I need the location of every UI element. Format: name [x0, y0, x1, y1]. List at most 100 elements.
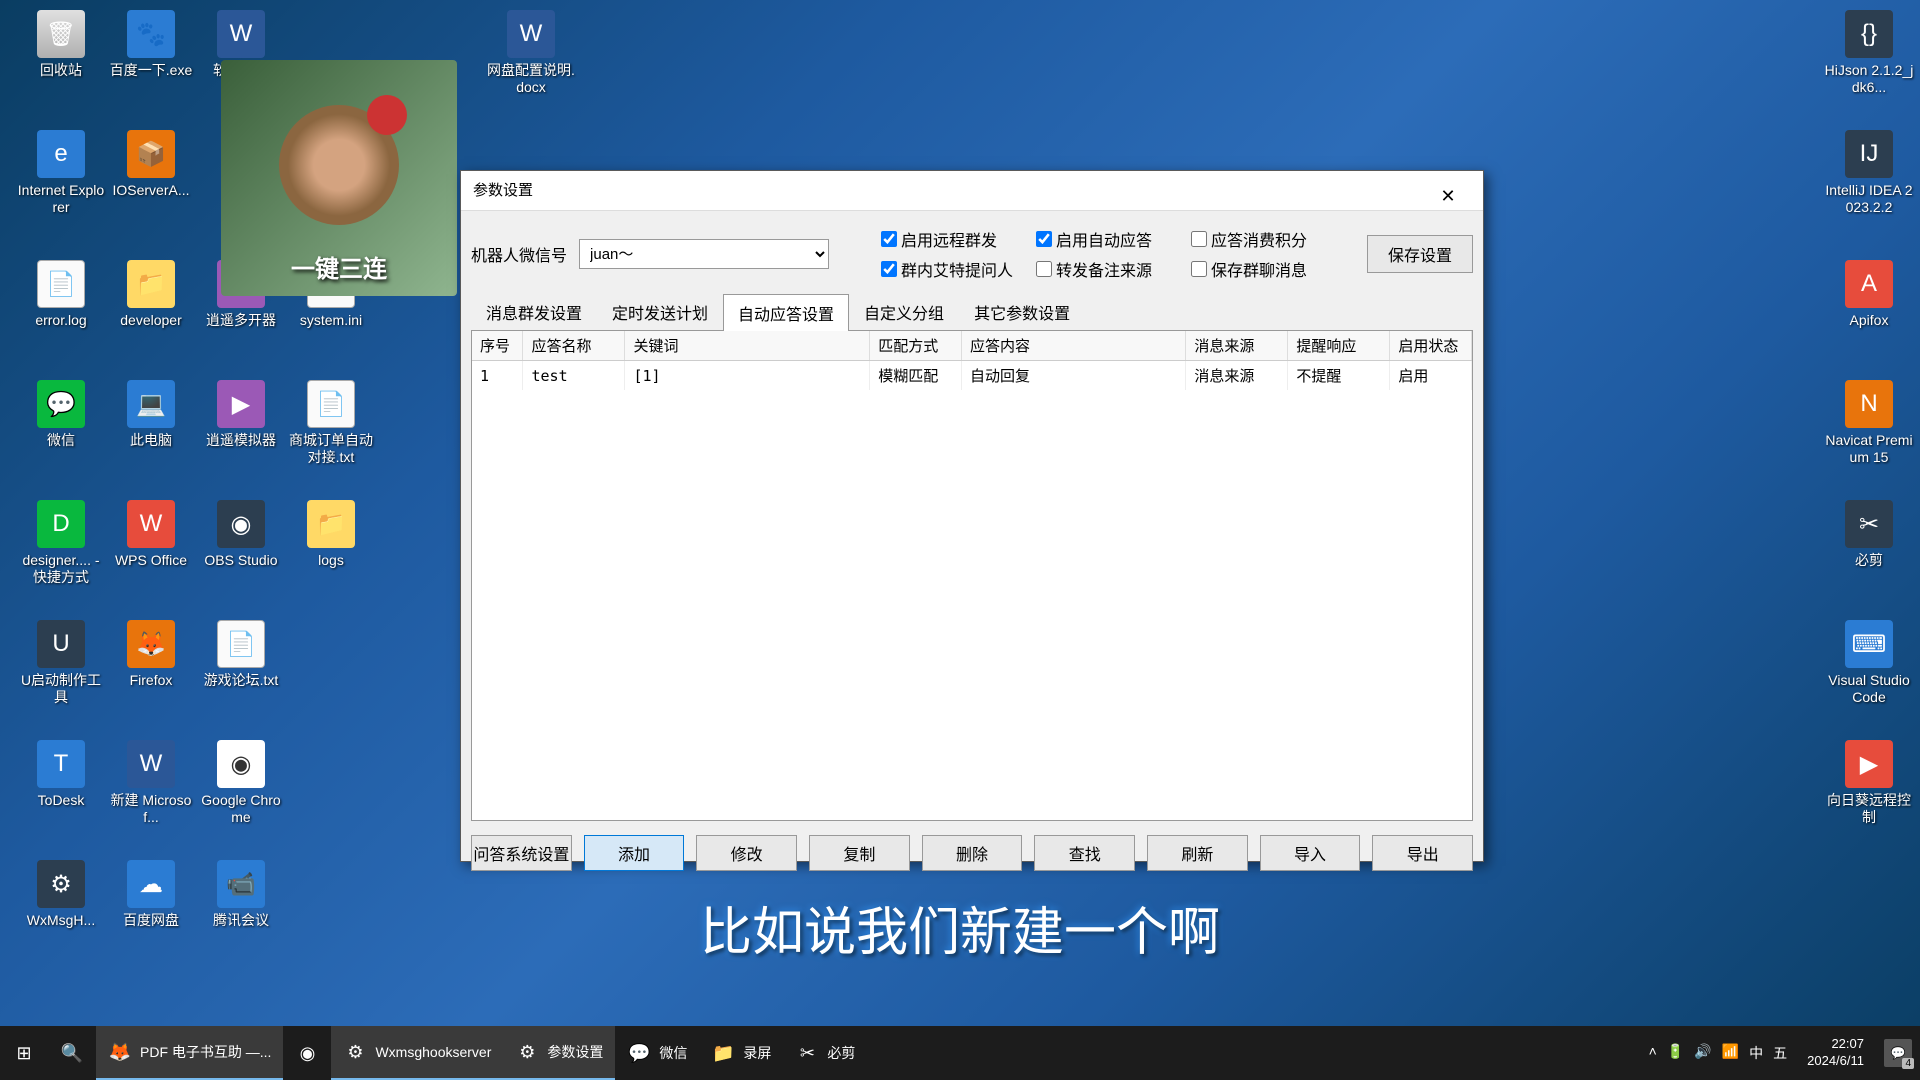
desktop-icon[interactable]: ▶逍遥模拟器 [196, 380, 286, 449]
desktop-icon[interactable]: 📁logs [286, 500, 376, 569]
action-button[interactable]: 修改 [696, 835, 797, 871]
checkbox-option[interactable]: 转发备注来源 [1036, 257, 1181, 281]
checkbox-input[interactable] [881, 261, 897, 277]
taskbar-clock[interactable]: 22:07 2024/6/11 [1799, 1036, 1872, 1070]
taskbar-item[interactable]: 🦊PDF 电子书互助 —... [96, 1026, 283, 1080]
column-header[interactable]: 启用状态 [1390, 331, 1472, 361]
desktop-icon[interactable]: 🗑回收站 [16, 10, 106, 79]
checkbox-input[interactable] [1036, 261, 1052, 277]
taskbar-item[interactable]: ◉ [283, 1026, 331, 1080]
taskbar-item[interactable]: ✂必剪 [783, 1026, 867, 1080]
desktop-icon[interactable]: 📄游戏论坛.txt [196, 620, 286, 689]
checkbox-input[interactable] [1036, 231, 1052, 247]
desktop-icon[interactable]: UU启动制作工具 [16, 620, 106, 706]
desktop-icon[interactable]: ▶向日葵远程控制 [1824, 740, 1914, 826]
column-header[interactable]: 应答内容 [962, 331, 1186, 361]
action-button[interactable]: 刷新 [1147, 835, 1248, 871]
desktop-icon[interactable]: ◉OBS Studio [196, 500, 286, 569]
desktop-icon[interactable]: IJIntelliJ IDEA 2023.2.2 [1824, 130, 1914, 216]
tray-icon[interactable]: 五 [1773, 1043, 1787, 1063]
action-button[interactable]: 导出 [1372, 835, 1473, 871]
checkbox-option[interactable]: 保存群聊消息 [1191, 257, 1336, 281]
notification-icon[interactable]: 💬4 [1884, 1039, 1912, 1067]
desktop-icon[interactable]: Ddesigner.... - 快捷方式 [16, 500, 106, 586]
desktop-icon[interactable]: W新建 Microsof... [106, 740, 196, 826]
checkbox-input[interactable] [1191, 231, 1207, 247]
action-button[interactable]: 复制 [809, 835, 910, 871]
checkbox-option[interactable]: 启用自动应答 [1036, 227, 1181, 251]
app-icon: 📹 [217, 860, 265, 908]
action-button[interactable]: 删除 [922, 835, 1023, 871]
response-table-area[interactable]: 序号应答名称关键词匹配方式应答内容消息来源提醒响应启用状态 1test[1]模糊… [471, 331, 1473, 821]
desktop-icon[interactable]: 📦IOServerA... [106, 130, 196, 199]
action-button[interactable]: 查找 [1034, 835, 1135, 871]
action-button[interactable]: 添加 [584, 835, 685, 871]
column-header[interactable]: 匹配方式 [870, 331, 962, 361]
tray-icon[interactable]: 🔋 [1667, 1043, 1684, 1063]
table-row[interactable]: 1test[1]模糊匹配自动回复消息来源不提醒启用 [472, 361, 1472, 391]
icon-label: 商城订单自动对接.txt [286, 432, 376, 466]
desktop-icon[interactable]: 📄error.log [16, 260, 106, 329]
checkbox-option[interactable]: 应答消费积分 [1191, 227, 1336, 251]
action-button[interactable]: 问答系统设置 [471, 835, 572, 871]
app-icon: ◉ [217, 740, 265, 788]
icon-label: Google Chrome [196, 792, 286, 826]
taskbar[interactable]: ⊞🔍🦊PDF 电子书互助 —...◉⚙Wxmsghookserver⚙参数设置💬… [0, 1026, 1920, 1080]
save-settings-button[interactable]: 保存设置 [1367, 235, 1473, 273]
desktop-icon[interactable]: eInternet Explorer [16, 130, 106, 216]
desktop-icon[interactable]: 📹腾讯会议 [196, 860, 286, 929]
column-header[interactable]: 应答名称 [523, 331, 625, 361]
icon-label: Visual Studio Code [1824, 672, 1914, 706]
desktop-icon[interactable]: NNavicat Premium 15 [1824, 380, 1914, 466]
dialog-titlebar[interactable]: 参数设置 ✕ [461, 171, 1483, 211]
robot-id-label: 机器人微信号 [471, 242, 567, 266]
icon-label: WxMsgH... [16, 912, 106, 929]
tray-icon[interactable]: 🔊 [1694, 1043, 1711, 1063]
icon-label: Navicat Premium 15 [1824, 432, 1914, 466]
icon-label: ToDesk [16, 792, 106, 809]
app-icon: 🦊 [127, 620, 175, 668]
taskbar-item[interactable]: 🔍 [48, 1026, 96, 1080]
desktop-icon[interactable]: 💻此电脑 [106, 380, 196, 449]
tab[interactable]: 定时发送计划 [597, 293, 723, 330]
desktop-icon[interactable]: TToDesk [16, 740, 106, 809]
desktop-icon[interactable]: AApifox [1824, 260, 1914, 329]
taskbar-item[interactable]: ⊞ [0, 1026, 48, 1080]
checkbox-option[interactable]: 启用远程群发 [881, 227, 1026, 251]
desktop-icon[interactable]: ✂必剪 [1824, 500, 1914, 569]
desktop-icon[interactable]: ⌨Visual Studio Code [1824, 620, 1914, 706]
tab[interactable]: 自动应答设置 [723, 294, 849, 331]
tray-icon[interactable]: 📶 [1722, 1043, 1739, 1063]
column-header[interactable]: 序号 [472, 331, 523, 361]
column-header[interactable]: 消息来源 [1186, 331, 1288, 361]
column-header[interactable]: 提醒响应 [1288, 331, 1390, 361]
robot-id-select[interactable]: juan～ [579, 239, 829, 269]
desktop-icon[interactable]: 🦊Firefox [106, 620, 196, 689]
tray-icon[interactable]: 中 [1749, 1043, 1763, 1063]
desktop-icon[interactable]: 💬微信 [16, 380, 106, 449]
desktop-icon[interactable]: ◉ Google Chrome [196, 740, 286, 826]
checkbox-option[interactable]: 群内艾特提问人 [881, 257, 1026, 281]
taskbar-item[interactable]: 💬微信 [615, 1026, 699, 1080]
desktop-icon[interactable]: WWPS Office [106, 500, 196, 569]
tray-icon[interactable]: ˄ [1649, 1043, 1657, 1063]
close-icon[interactable]: ✕ [1425, 176, 1471, 206]
desktop-icon[interactable]: 🐾百度一下.exe [106, 10, 196, 79]
checkbox-input[interactable] [881, 231, 897, 247]
tab[interactable]: 消息群发设置 [471, 293, 597, 330]
column-header[interactable]: 关键词 [625, 331, 870, 361]
desktop: 🗑回收站🐾百度一下.exeW软件合同W网盘配置说明.docxeInternet … [0, 0, 1920, 1040]
taskbar-item[interactable]: 📁录屏 [699, 1026, 783, 1080]
tab[interactable]: 自定义分组 [849, 293, 959, 330]
desktop-icon[interactable]: 📁developer [106, 260, 196, 329]
desktop-icon[interactable]: ☁百度网盘 [106, 860, 196, 929]
desktop-icon[interactable]: ⚙WxMsgH... [16, 860, 106, 929]
action-button[interactable]: 导入 [1260, 835, 1361, 871]
desktop-icon[interactable]: {}HiJson 2.1.2_jdk6... [1824, 10, 1914, 96]
desktop-icon[interactable]: 📄商城订单自动对接.txt [286, 380, 376, 466]
taskbar-item[interactable]: ⚙Wxmsghookserver [331, 1026, 503, 1080]
taskbar-item[interactable]: ⚙参数设置 [503, 1026, 615, 1080]
tab[interactable]: 其它参数设置 [959, 293, 1085, 330]
checkbox-input[interactable] [1191, 261, 1207, 277]
desktop-icon[interactable]: W网盘配置说明.docx [486, 10, 576, 96]
